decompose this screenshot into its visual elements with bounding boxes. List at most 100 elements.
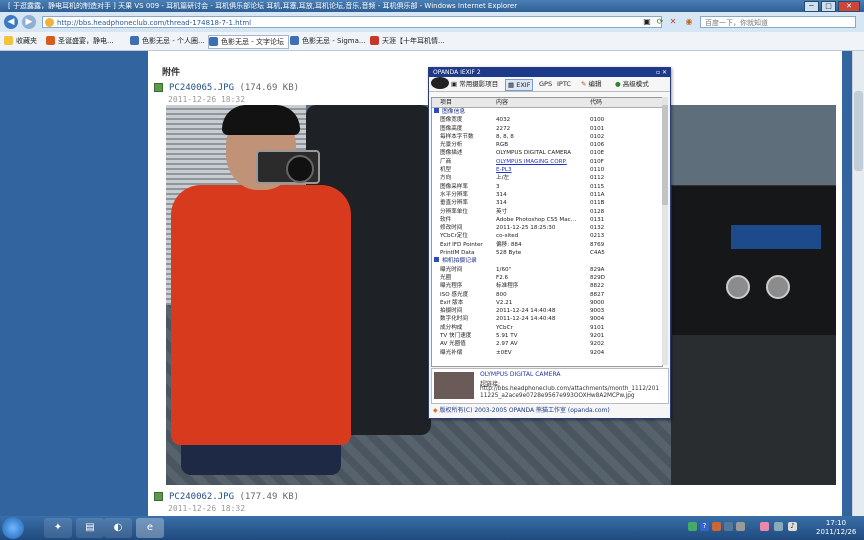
exif-row[interactable]: 图像高度 2272 0101 [432,125,662,133]
exif-row[interactable]: 垂直分辨率 314 011B [432,199,662,207]
stop-icon[interactable]: ✕ [668,17,678,27]
exif-row[interactable]: Exif IFD Pointer 偏移: 884 8769 [432,241,662,249]
exif-row[interactable]: 软件 Adobe Photoshop CS5 Mac... 0131 [432,216,662,224]
exif-row[interactable]: 曝光程序 标准程序 8822 [432,282,662,290]
attachment-filename[interactable]: PC240065.JPG [169,83,234,93]
start-button[interactable] [2,517,24,539]
exif-row[interactable]: 数字化时间 2011-12-24 14:40:48 9004 [432,315,662,323]
search-provider-icon[interactable]: ◉ [684,17,694,27]
exif-cell-code: 9201 [590,333,605,340]
exif-row[interactable]: 修改时间 2011-12-25 18:25:30 0132 [432,224,662,232]
exif-cell-content: OLYMPUS IMAGING CORP. [496,158,567,165]
tray-ime-icon[interactable] [712,522,721,531]
exif-cell-item: 图像高度 [440,125,463,132]
tab-1[interactable]: 色影无忌 - 个人圈... [130,35,205,47]
exif-row[interactable]: 图像宽度 4032 0100 [432,116,662,124]
exif-cell-code: 010E [590,150,605,157]
col-content-header[interactable]: 内容 [496,98,588,107]
exif-row[interactable]: 光圈 F2.6 829D [432,274,662,282]
exif-scrollbar[interactable] [662,97,668,365]
exif-cell-item: 分辨率单位 [440,208,468,215]
tray-app-icon[interactable] [724,522,733,531]
exif-row[interactable]: 拍摄时间 2011-12-24 14:40:48 9003 [432,307,662,315]
tray-app-icon[interactable] [760,522,769,531]
exif-row[interactable]: 每样本字节数 8, 8, 8 0102 [432,133,662,141]
exif-row[interactable]: 成分构成 YCbCr 9101 [432,324,662,332]
exif-row[interactable]: ISO 感光度 800 8827 [432,291,662,299]
close-button[interactable]: ✕ [838,1,860,12]
edit-button[interactable]: ✎ 编辑 [579,79,604,89]
exif-scrollbar-thumb[interactable] [662,105,668,205]
iptc-tab[interactable]: IPTC [555,79,573,89]
col-item-header[interactable]: 项目 [432,98,496,107]
photo-person-hair [222,105,300,135]
exif-row[interactable]: 光景分析 RGB 0106 [432,141,662,149]
exif-thumbnail [434,372,474,399]
tab-3[interactable]: 色影无忌 - Sigma... [290,35,366,47]
favorites-bar: 收藏夹 圣诞盛宴，静电... 色影无忌 - 个人圈... 色影无忌 - 文字论坛… [0,32,864,51]
exif-cell-code: 0100 [590,117,605,124]
page-scrollbar[interactable] [852,51,864,516]
exif-row[interactable]: 方向 上/左 0112 [432,174,662,182]
tray-app-icon[interactable] [736,522,745,531]
tray-volume-icon[interactable]: ♪ [788,522,797,531]
exif-footer[interactable]: ◆ 版权所有(C) 2003-2005 OPANDA 熊猫工作室 (opanda… [429,405,670,417]
gps-tab[interactable]: GPS [537,79,554,89]
col-code-header[interactable]: 代码 [588,98,620,107]
advanced-mode-button[interactable]: ● 高级模式 [613,79,651,89]
exif-cell-code: 829A [590,266,605,273]
tray-network-icon[interactable] [774,522,783,531]
tab-2[interactable]: 色影无忌 - 文字论坛 [208,35,289,49]
attachment-row[interactable]: PC240065.JPG (174.69 KB) [154,83,299,93]
taskbar-app-icon[interactable]: ◐ [104,518,132,538]
exif-cell-item: AV 光圈值 [440,341,466,348]
exif-cell-content: 偏移: 884 [496,241,522,248]
exif-row[interactable]: 曝光时间 1/60" 829A [432,266,662,274]
section-image-info[interactable]: 图像信息 [432,108,662,116]
image-file-icon [154,492,163,501]
taskbar-explorer-icon[interactable]: ▤ [76,518,104,538]
tab-4[interactable]: 天涯【十年耳机情... [370,35,445,47]
taskbar-clock[interactable]: 17:10 2011/12/26 [816,519,856,537]
url-input[interactable]: http://bbs.headphoneclub.com/thread-1748… [42,16,662,28]
exif-row[interactable]: 厂商 OLYMPUS IMAGING CORP. 010F [432,158,662,166]
scrollbar-thumb[interactable] [854,91,863,171]
taskbar-ie-icon[interactable]: e [136,518,164,538]
tab-0[interactable]: 圣诞盛宴，静电... [46,35,130,47]
exif-row[interactable]: TV 快门速度 5.91 TV 9201 [432,332,662,340]
minimize-button[interactable]: ─ [804,1,819,12]
favorites-button[interactable]: 收藏夹 [4,35,37,47]
exif-row[interactable]: 分辨率单位 英寸 0128 [432,208,662,216]
exif-table-header: 项目 内容 代码 [432,98,662,108]
exif-cell-code: C4A5 [590,250,605,257]
exif-window-controls[interactable]: ▫ ✕ [656,68,667,77]
exif-row[interactable]: 机型 E-PL3 0110 [432,166,662,174]
exif-cell-content: YCbCr [496,324,513,331]
search-input[interactable]: 百度一下，你就知道 [700,16,856,28]
exif-row[interactable]: 曝光补偿 ±0EV 9204 [432,349,662,357]
exif-row[interactable]: 图像采样率 3 0115 [432,183,662,191]
back-arrow-icon[interactable]: ◀ [4,15,18,29]
photo-amplifier [671,185,836,337]
exif-row[interactable]: 水平分辨率 314 011A [432,191,662,199]
exif-cell-code: 9004 [590,316,605,323]
exif-row[interactable]: YCbCr定位 co-sited 0213 [432,232,662,240]
tray-app-icon[interactable] [688,522,697,531]
exif-row[interactable]: 图像描述 OLYMPUS DIGITAL CAMERA 010E [432,149,662,157]
taskbar-app-fox-icon[interactable]: ✦ [44,518,72,538]
refresh-icon[interactable]: ⟳ [655,17,665,27]
tray-help-icon[interactable]: ? [700,522,709,531]
exif-path[interactable]: http://bbs.headphoneclub.com/attachments… [480,386,662,400]
common-items-button[interactable]: ▣ 常用摄影项目 [449,79,500,89]
section-camera-record[interactable]: 相机拍摄记录 [432,257,662,265]
exif-cell-code: 8827 [590,291,605,298]
compat-view-icon[interactable]: ▣ [642,17,652,27]
forward-arrow-icon[interactable]: ▶ [22,15,36,29]
exif-row[interactable]: PrintIM Data 528 Byte C4A5 [432,249,662,257]
exif-row[interactable]: Exif 版本 V2.21 9000 [432,299,662,307]
exif-tab[interactable]: ▦ EXIF [505,79,534,91]
exif-row[interactable]: AV 光圈值 2.97 AV 9202 [432,340,662,348]
maximize-button[interactable]: □ [821,1,836,12]
attachment-filename[interactable]: PC240062.JPG [169,492,234,502]
attachment-row[interactable]: PC240062.JPG (177.49 KB) [154,492,299,502]
